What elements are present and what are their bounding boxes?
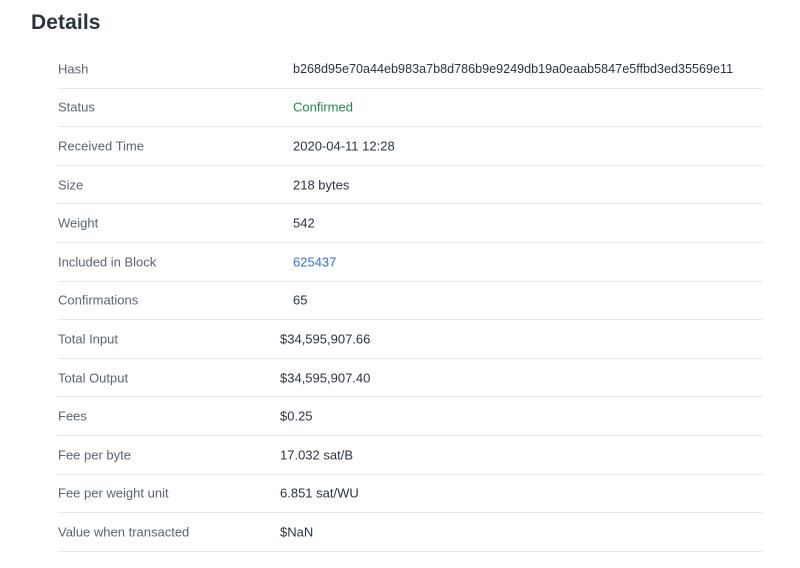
hash-value: b268d95e70a44eb983a7b8d786b9e9249db19a0e… — [293, 61, 734, 76]
weight-value: 542 — [293, 215, 315, 231]
fee-per-byte-value: 17.032 sat/B — [280, 447, 353, 463]
details-row-included-in-block: Included in Block 625437 — [58, 243, 763, 282]
details-row-fees: Fees $0.25 — [58, 397, 763, 436]
fee-per-byte-label: Fee per byte — [58, 447, 131, 463]
fees-value: $0.25 — [280, 408, 313, 424]
details-row-size: Size 218 bytes — [58, 166, 763, 205]
details-row-confirmations: Confirmations 65 — [58, 282, 763, 321]
total-input-label: Total Input — [58, 331, 118, 347]
size-label: Size — [58, 177, 84, 193]
weight-label: Weight — [58, 215, 99, 231]
included-in-block-label: Included in Block — [58, 254, 157, 270]
status-value: Confirmed — [293, 99, 353, 115]
hash-label: Hash — [58, 61, 89, 77]
fees-label: Fees — [58, 408, 87, 424]
value-when-transacted-value: $NaN — [280, 524, 314, 540]
status-label: Status — [58, 99, 95, 115]
block-link[interactable]: 625437 — [293, 254, 336, 269]
details-row-received-time: Received Time 2020-04-11 12:28 — [58, 127, 763, 166]
details-row-fee-per-weight-unit: Fee per weight unit 6.851 sat/WU — [58, 475, 763, 514]
total-output-label: Total Output — [58, 370, 129, 386]
details-row-total-output: Total Output $34,595,907.40 — [58, 359, 763, 398]
fee-per-weight-unit-label: Fee per weight unit — [58, 485, 169, 501]
size-value: 218 bytes — [293, 177, 350, 193]
confirmations-value: 65 — [293, 292, 308, 308]
fee-per-weight-unit-value: 6.851 sat/WU — [280, 485, 359, 501]
total-input-value: $34,595,907.66 — [280, 331, 371, 347]
details-row-fee-per-byte: Fee per byte 17.032 sat/B — [58, 436, 763, 475]
details-row-status: Status Confirmed — [58, 89, 763, 128]
total-output-value: $34,595,907.40 — [280, 370, 371, 386]
received-time-value: 2020-04-11 12:28 — [293, 138, 395, 154]
details-row-hash: Hash b268d95e70a44eb983a7b8d786b9e9249db… — [58, 50, 763, 89]
details-row-value-when-transacted: Value when transacted $NaN — [58, 513, 763, 552]
value-when-transacted-label: Value when transacted — [58, 524, 190, 540]
details-table: Hash b268d95e70a44eb983a7b8d786b9e9249db… — [58, 50, 763, 552]
confirmations-label: Confirmations — [58, 292, 139, 308]
received-time-label: Received Time — [58, 138, 144, 154]
details-row-weight: Weight 542 — [58, 204, 763, 243]
details-row-total-input: Total Input $34,595,907.66 — [58, 320, 763, 359]
page-title: Details — [31, 11, 101, 34]
